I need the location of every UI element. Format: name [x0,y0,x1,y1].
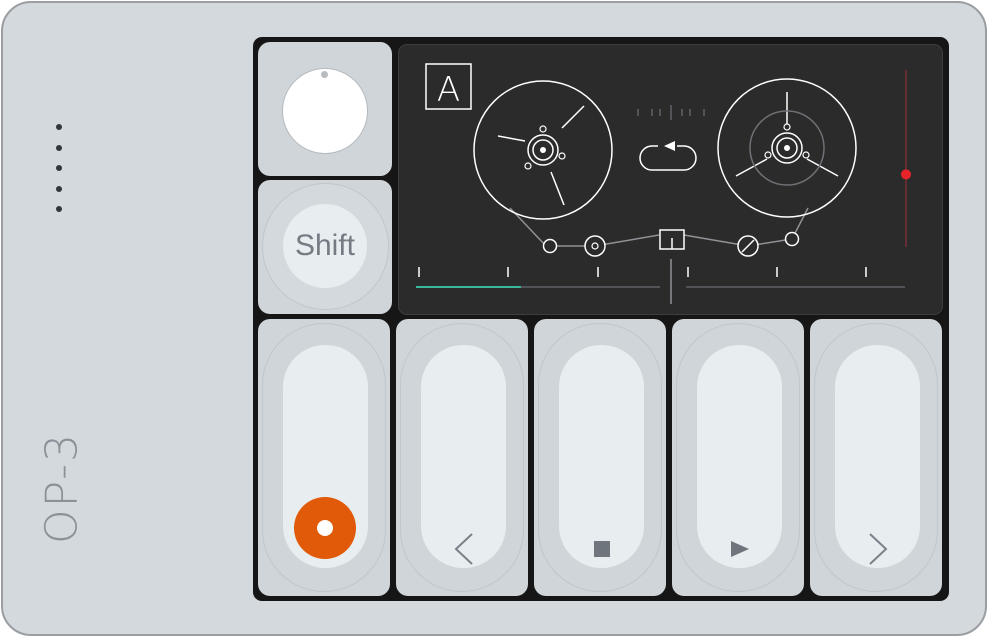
shift-label: Shift [283,204,367,288]
button-face [697,345,782,568]
play-icon [730,541,749,557]
speaker-dots [56,124,64,227]
brand-label: OP-3 [36,431,88,545]
knob-indicator [321,71,328,78]
right-reel-center [784,145,790,151]
level-meter-dot [901,169,911,180]
speaker-dot [56,124,62,130]
track-label: A [437,70,460,110]
speaker-dot [56,144,62,151]
chevron-left-icon [454,533,473,565]
right-reel-hub [764,123,810,159]
button-face [559,345,644,568]
speaker-dot [56,165,62,171]
shift-button[interactable]: Shift [262,183,389,310]
glyph-slot [835,529,920,569]
glyph-slot [559,529,644,569]
guide-roller [584,235,606,257]
glyph-slot [421,529,506,569]
speaker-dot [56,206,62,212]
stop-icon [593,541,610,557]
record-icon [294,497,356,559]
previous-button[interactable] [396,319,528,596]
glyph-slot [697,529,782,569]
tape-graphic: A [416,63,911,304]
volume-knob[interactable] [282,68,368,154]
timeline-ticks [418,267,867,277]
loop-icon [639,141,697,171]
speaker-dot [56,185,62,192]
button-face [283,345,368,568]
speed-scale [637,105,705,120]
play-button[interactable] [672,319,804,596]
guide-roller [784,231,800,247]
left-reel-hub [524,125,566,170]
guide-roller [542,238,558,254]
button-face [421,345,506,568]
tape-path [509,207,809,247]
left-reel-center [540,147,546,153]
tape-display: A [398,44,943,315]
record-button[interactable] [258,319,390,596]
next-button[interactable] [810,319,942,596]
stop-button[interactable] [534,319,666,596]
button-face [835,345,920,568]
chevron-right-icon [868,533,887,565]
